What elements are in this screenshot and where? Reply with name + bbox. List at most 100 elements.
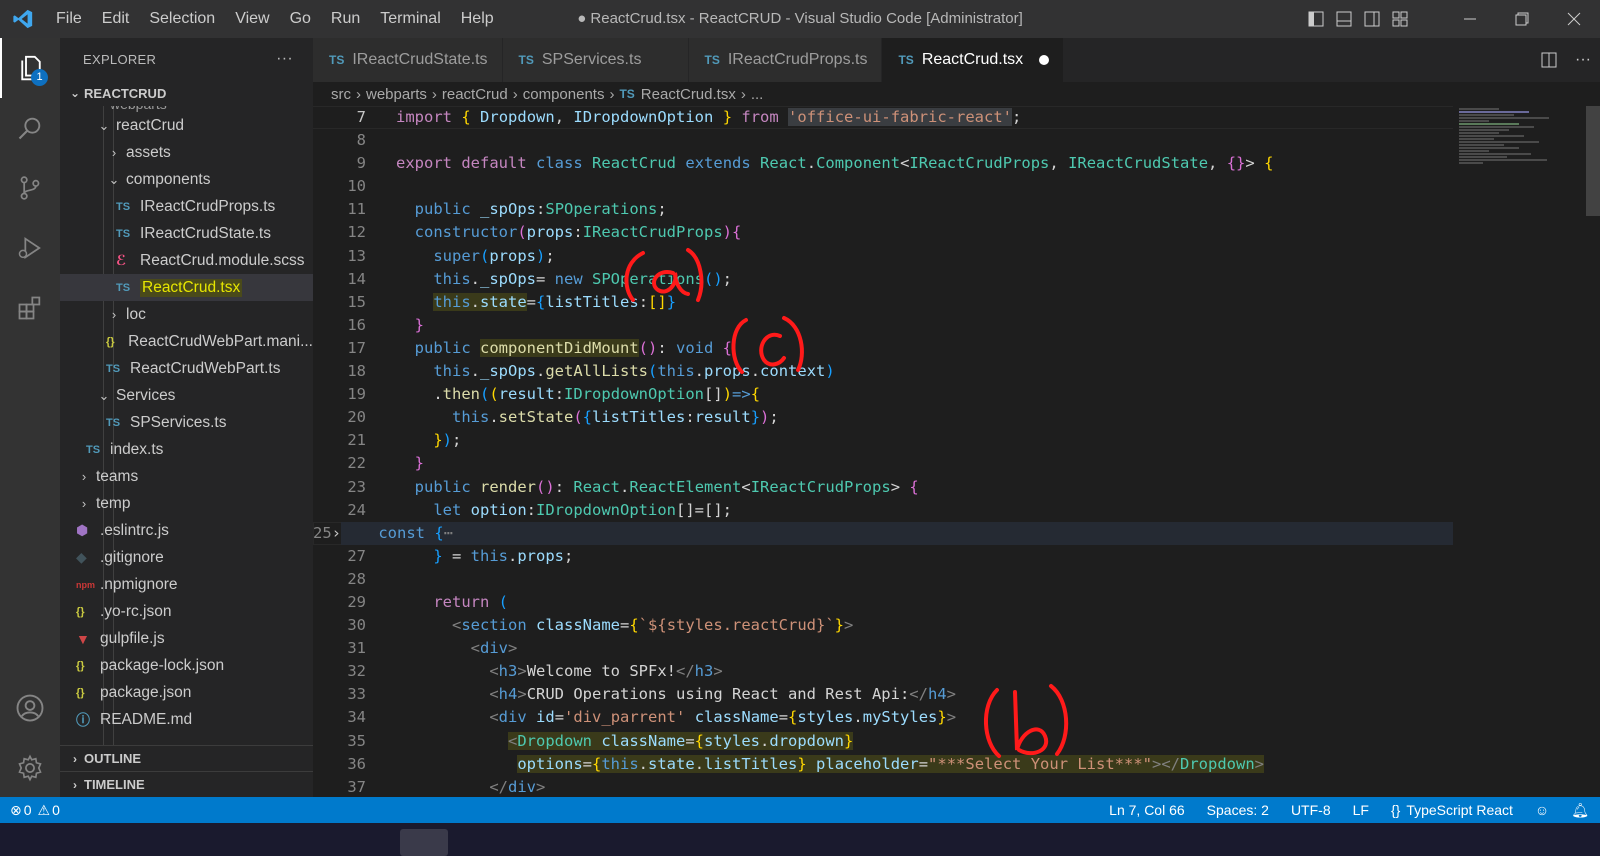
line-number: 20 bbox=[347, 408, 366, 427]
outline-section[interactable]: › OUTLINE bbox=[60, 745, 313, 771]
menu-terminal[interactable]: Terminal bbox=[370, 0, 450, 38]
menu-selection[interactable]: Selection bbox=[139, 0, 225, 38]
tree-file-package[interactable]: {} package.json bbox=[60, 679, 313, 706]
code-line: 25 › const {⋯ bbox=[313, 521, 1453, 545]
toggle-panel-icon[interactable] bbox=[1330, 0, 1358, 38]
unsaved-dot-icon[interactable] bbox=[1039, 55, 1050, 65]
menu-file[interactable]: File bbox=[46, 0, 92, 38]
code-line: 35 <Dropdown className={styles.dropdown} bbox=[313, 730, 1453, 753]
tree-file-index[interactable]: TS index.ts bbox=[60, 436, 313, 463]
more-actions-icon[interactable]: ··· bbox=[1566, 38, 1600, 82]
typescript-react-file-icon: TS bbox=[116, 281, 131, 294]
tab-ireactcrudprops[interactable]: TS IReactCrudProps.ts bbox=[688, 38, 883, 82]
indentation[interactable]: Spaces: 2 bbox=[1196, 797, 1280, 823]
tree-folder-reactcrud[interactable]: ⌄ reactCrud bbox=[60, 112, 313, 139]
tree-file-webpart-ts[interactable]: TS ReactCrudWebPart.ts bbox=[60, 355, 313, 382]
close-icon[interactable] bbox=[1548, 0, 1600, 38]
tree-file-reactcrud-tsx[interactable]: TS ReactCrud.tsx bbox=[60, 274, 313, 301]
search-icon[interactable] bbox=[0, 98, 60, 158]
tree-label: components bbox=[126, 170, 211, 188]
tree-file-yo-rc[interactable]: {} .yo-rc.json bbox=[60, 598, 313, 625]
taskbar-app[interactable] bbox=[400, 829, 448, 856]
language-mode[interactable]: {} TypeScript React bbox=[1380, 797, 1524, 823]
encoding[interactable]: UTF-8 bbox=[1280, 797, 1342, 823]
status-problems[interactable]: ⊗ 0 ⚠ 0 bbox=[0, 797, 60, 823]
minimap[interactable] bbox=[1453, 106, 1600, 797]
vscode-logo-icon bbox=[0, 0, 46, 38]
line-number: 11 bbox=[347, 200, 366, 219]
tree-label: reactCrud bbox=[116, 116, 185, 134]
code-jsx-text: Welcome to SPFx! bbox=[526, 662, 676, 681]
customize-layout-icon[interactable] bbox=[1386, 0, 1414, 38]
tab-spservices[interactable]: TS SPServices.ts bbox=[502, 38, 689, 82]
explorer-icon[interactable]: 1 bbox=[0, 38, 60, 98]
fold-chevron-right-icon[interactable]: › bbox=[332, 522, 341, 545]
tree-file-ireactcrudstate[interactable]: TS IReactCrudState.ts bbox=[60, 220, 313, 247]
tree-file-gulpfile[interactable]: ▼ gulpfile.js bbox=[60, 625, 313, 652]
breadcrumb-src[interactable]: src bbox=[331, 86, 351, 103]
run-debug-icon[interactable] bbox=[0, 218, 60, 278]
toggle-secondary-sidebar-icon[interactable] bbox=[1358, 0, 1386, 38]
tree-label: .yo-rc.json bbox=[100, 602, 172, 620]
menu-view[interactable]: View bbox=[225, 0, 279, 38]
breadcrumb-file[interactable]: ReactCrud.tsx bbox=[641, 86, 736, 103]
notifications-bell-icon[interactable]: 🔔︎ bbox=[1560, 797, 1600, 823]
tree-folder-temp[interactable]: › temp bbox=[60, 490, 313, 517]
tree-file-eslintrc[interactable]: ⬢ .eslintrc.js bbox=[60, 517, 313, 544]
tree-folder-teams[interactable]: › teams bbox=[60, 463, 313, 490]
tree-label: .eslintrc.js bbox=[100, 521, 169, 539]
tree-folder-components[interactable]: ⌄ components bbox=[60, 166, 313, 193]
cursor-position[interactable]: Ln 7, Col 66 bbox=[1098, 797, 1196, 823]
outline-title: OUTLINE bbox=[84, 751, 142, 766]
settings-gear-icon[interactable] bbox=[0, 738, 60, 798]
workspace-section[interactable]: ⌄ REACTCRUD bbox=[60, 80, 313, 106]
menu-edit[interactable]: Edit bbox=[92, 0, 140, 38]
timeline-section[interactable]: › TIMELINE bbox=[60, 771, 313, 797]
menu-run[interactable]: Run bbox=[321, 0, 370, 38]
chevron-down-icon: ⌄ bbox=[98, 117, 110, 133]
menu-go[interactable]: Go bbox=[280, 0, 321, 38]
tree-file-gitignore[interactable]: ◆ .gitignore bbox=[60, 544, 313, 571]
minimize-icon[interactable] bbox=[1444, 0, 1496, 38]
restore-icon[interactable] bbox=[1496, 0, 1548, 38]
chevron-down-icon: ⌄ bbox=[69, 86, 81, 100]
tree-folder-loc[interactable]: › loc bbox=[60, 301, 313, 328]
breadcrumb-more[interactable]: ... bbox=[751, 86, 764, 103]
explorer-more-button[interactable]: ··· bbox=[276, 50, 293, 68]
workspace-title: REACTCRUD bbox=[84, 85, 167, 101]
typescript-file-icon: TS bbox=[329, 53, 345, 67]
breadcrumb-components[interactable]: components bbox=[523, 86, 605, 103]
split-editor-icon[interactable] bbox=[1532, 38, 1566, 82]
tab-reactcrud-tsx[interactable]: TS ReactCrud.tsx bbox=[882, 38, 1065, 82]
tab-label: ReactCrud.tsx bbox=[921, 51, 1024, 68]
tree-file-spservices[interactable]: TS SPServices.ts bbox=[60, 409, 313, 436]
source-control-icon[interactable] bbox=[0, 158, 60, 218]
code-editor[interactable]: 7 import { Dropdown, IDropdownOption } fr… bbox=[313, 106, 1453, 797]
feedback-icon[interactable]: ☺ bbox=[1524, 797, 1560, 823]
tree-file-manifest[interactable]: {} ReactCrudWebPart.mani... bbox=[60, 328, 313, 355]
breadcrumb-webparts[interactable]: webparts bbox=[366, 86, 427, 103]
editor-scrollbar[interactable] bbox=[1586, 106, 1600, 216]
activity-bar: 1 bbox=[0, 38, 60, 797]
breadcrumb-reactcrud[interactable]: reactCrud bbox=[442, 86, 508, 103]
tree-file-ireactcrudprops[interactable]: TS IReactCrudProps.ts bbox=[60, 193, 313, 220]
tree-file-npmignore[interactable]: npm .npmignore bbox=[60, 571, 313, 598]
end-of-line[interactable]: LF bbox=[1342, 797, 1380, 823]
tree-label: index.ts bbox=[110, 440, 164, 458]
tree-label: teams bbox=[96, 467, 139, 485]
tree-label: package-lock.json bbox=[100, 656, 225, 674]
tree-file-reactcrud-scss[interactable]: ℰ ReactCrud.module.scss bbox=[60, 247, 313, 274]
code-line: 9 export default class ReactCrud extends … bbox=[313, 152, 1453, 175]
accounts-icon[interactable] bbox=[0, 678, 60, 738]
tree-file-readme[interactable]: ⓘ README.md bbox=[60, 706, 313, 733]
toggle-sidebar-icon[interactable] bbox=[1302, 0, 1330, 38]
typescript-file-icon: TS bbox=[116, 227, 131, 240]
editor-area: TS IReactCrudState.ts TS SPServices.ts TS I… bbox=[313, 38, 1600, 797]
extensions-icon[interactable] bbox=[0, 278, 60, 338]
tree-label: IReactCrudProps.ts bbox=[140, 197, 276, 215]
tree-folder-services[interactable]: ⌄ Services bbox=[60, 382, 313, 409]
tree-folder-assets[interactable]: › assets bbox=[60, 139, 313, 166]
tree-file-package-lock[interactable]: {} package-lock.json bbox=[60, 652, 313, 679]
menu-help[interactable]: Help bbox=[451, 0, 504, 38]
tab-ireactcrudstate[interactable]: TS IReactCrudState.ts bbox=[313, 38, 503, 82]
